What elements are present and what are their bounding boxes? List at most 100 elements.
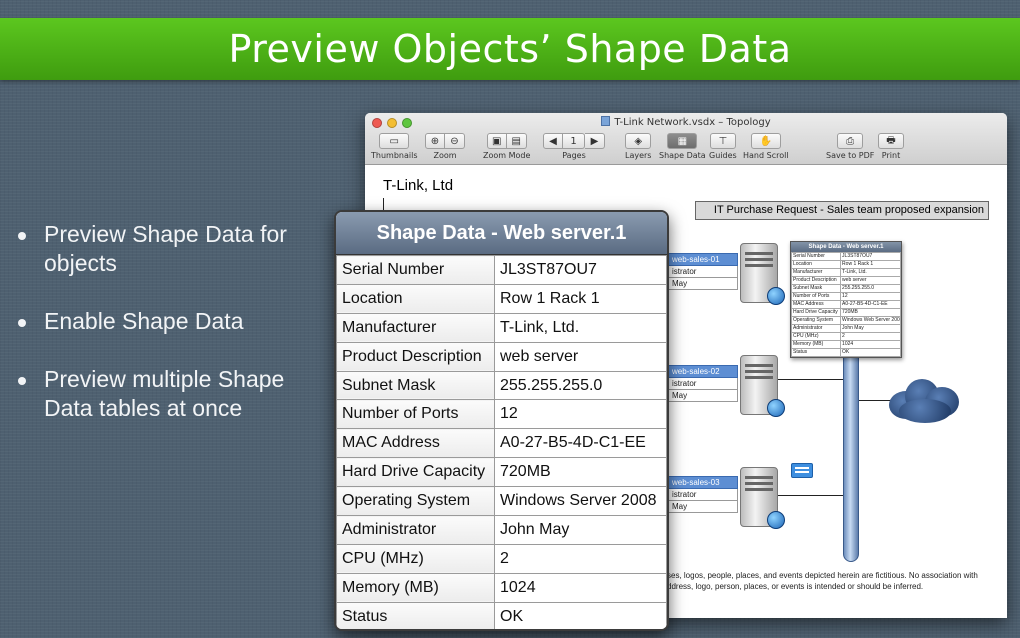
cloud-icon[interactable] [889,377,959,423]
server-node-label[interactable]: web-sales-02 istrator May [668,365,738,402]
zoom-out-icon[interactable]: ⊖ [445,133,465,149]
property-value: Row 1 Rack 1 [494,283,667,314]
feature-item: Preview Shape Data for objects [14,220,314,278]
fit-page-icon[interactable]: ▣ [486,133,507,149]
property-name: Operating System [790,316,842,325]
property-name: Subnet Mask [336,370,495,401]
layers-tool[interactable]: ◈ Layers [625,133,651,160]
node-field: May [668,501,738,513]
pdf-icon[interactable]: ⎙ [837,133,864,149]
table-row: Operating System Windows Server 2008 [336,486,667,517]
property-value: John May [840,324,901,333]
property-name: Administrator [790,324,842,333]
pages-tool[interactable]: ◀ 1 ▶ Pages [543,133,605,160]
property-name: Memory (MB) [336,572,495,603]
table-row: MAC Address A0-27-B5-4D-C1-EE [336,428,667,459]
property-value: T-Link, Ltd. [494,312,667,343]
thumbnails-tool[interactable]: ▭ Thumbnails [371,133,417,160]
feature-item: Enable Shape Data [14,307,314,336]
toolbar-label: Save to PDF [826,151,875,160]
property-value: web server [494,341,667,372]
property-value: 1024 [840,340,901,349]
property-name: CPU (MHz) [790,332,842,341]
previous-page-icon[interactable]: ◀ [543,133,563,149]
print-tool[interactable]: 🖶 Print [878,133,904,160]
zoom-tool[interactable]: ⊕ ⊖ Zoom [425,133,465,160]
shape-data-panel-title: Shape Data - Web server.1 [336,212,667,255]
property-name: Serial Number [336,255,495,285]
next-page-icon[interactable]: ▶ [585,133,605,149]
property-name: Number of Ports [790,292,842,301]
property-name: Status [790,348,842,357]
table-row: Hard Drive Capacity 720MB [336,457,667,488]
property-value: A0-27-B5-4D-C1-EE [840,300,901,309]
property-value: A0-27-B5-4D-C1-EE [494,428,667,459]
mini-shape-data-table: Serial Number JL3ST87OU7 Location Row 1 Ra… [790,252,901,357]
zoom-mode-tool[interactable]: ▣ ▤ Zoom Mode [483,133,530,160]
property-value: John May [494,515,667,545]
toolbar-label: Thumbnails [371,151,418,160]
property-name: Product Description [336,341,495,372]
printer-icon[interactable]: 🖶 [878,133,904,149]
property-name: Product Description [790,276,842,285]
fit-width-icon[interactable]: ▤ [506,133,527,149]
zoom-in-icon[interactable]: ⊕ [425,133,445,149]
property-value: OK [494,601,667,629]
table-row: Number of Ports 12 [336,399,667,430]
property-value: JL3ST87OU7 [840,252,901,261]
footnote-line: ddress, logo, person, places, or events … [667,582,924,591]
property-name: Operating System [336,486,495,517]
footnote-line: ses, logos, people, places, and events d… [667,571,978,580]
guides-tool[interactable]: ⊤ Guides [709,133,737,160]
footnote: ses, logos, people, places, and events d… [667,570,997,592]
property-value: T-Link, Ltd. [840,268,901,277]
toolbar-label: Zoom Mode [483,151,531,160]
node-field: istrator [668,266,738,278]
toolbar-label: Hand Scroll [743,151,789,160]
table-row: Location Row 1 Rack 1 [336,283,667,314]
property-value: OK [840,348,901,357]
page-number[interactable]: 1 [563,133,585,149]
shape-data-panel[interactable]: Shape Data - Web server.1 Serial Number J… [334,210,669,631]
cloud-puff [899,399,951,423]
hand-scroll-tool[interactable]: ✋ Hand Scroll [743,133,789,160]
table-row: Status OK [336,601,667,629]
globe-icon [767,287,785,305]
guides-icon[interactable]: ⊤ [709,133,736,149]
window-title: T-Link Network.vsdx – Topology [365,116,1007,128]
toolbar-label: Guides [709,151,737,160]
property-name: Memory (MB) [790,340,842,349]
property-name: Manufacturer [336,312,495,343]
globe-icon [767,399,785,417]
comment-icon[interactable] [791,463,813,478]
table-icon[interactable]: ▦ [667,133,698,149]
toolbar-label: Layers [625,151,652,160]
node-name: web-sales-03 [668,476,738,489]
node-name: web-sales-01 [668,253,738,266]
save-pdf-tool[interactable]: ⎙ Save to PDF [826,133,874,160]
toolbar-label: Shape Data [659,151,706,160]
table-row: Serial Number JL3ST87OU7 [336,255,667,285]
property-name: Location [336,283,495,314]
window-titlebar[interactable]: T-Link Network.vsdx – Topology ▭ Thumbna… [365,113,1007,165]
property-value: web server [840,276,901,285]
property-value: 255.255.255.0 [840,284,901,293]
property-value: Row 1 Rack 1 [840,260,901,269]
node-field: istrator [668,489,738,501]
network-bus[interactable] [843,330,859,562]
mini-shape-data-panel[interactable]: Shape Data - Web server.1 Serial Number J… [790,241,902,358]
property-name: Status [336,601,495,629]
server-node-label[interactable]: web-sales-03 istrator May [668,476,738,513]
property-value: JL3ST87OU7 [494,255,667,285]
shape-data-tool[interactable]: ▦ Shape Data [659,133,706,160]
property-value: 2 [840,332,901,341]
layers-icon[interactable]: ◈ [625,133,652,149]
hand-icon[interactable]: ✋ [750,133,781,149]
property-name: Hard Drive Capacity [790,308,842,317]
server-node-label[interactable]: web-sales-01 istrator May [668,253,738,290]
node-name: web-sales-02 [668,365,738,378]
connector-line [859,400,891,401]
title-banner: Preview Objects’ Shape Data [0,18,1020,80]
sidebar-icon[interactable]: ▭ [379,133,410,149]
property-name: CPU (MHz) [336,543,495,574]
